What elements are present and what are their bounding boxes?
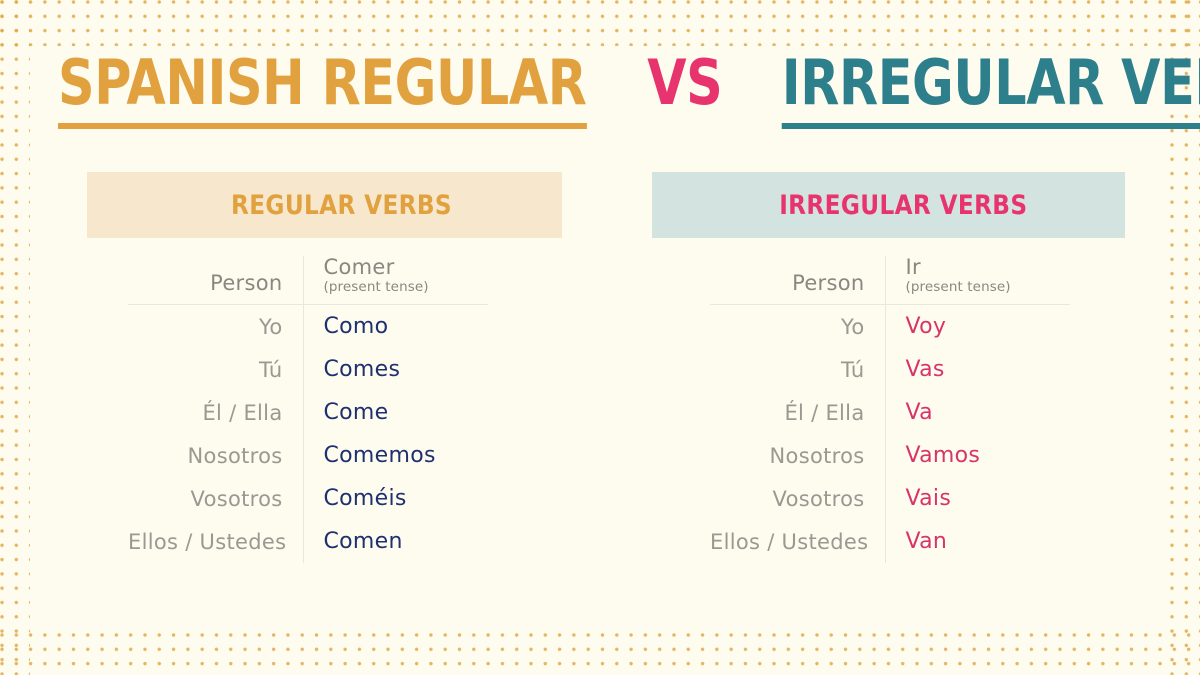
irregular-verbs-header-band: IRREGULAR VERBS <box>652 172 1125 238</box>
verb-cell: Van <box>884 520 1070 564</box>
person-cell: Tú <box>258 357 283 382</box>
verb-cell: Comes <box>302 348 488 392</box>
table-row: Nosotros Comemos <box>128 434 488 478</box>
regular-verbs-column: REGULAR VERBS Person Comer (present tens… <box>87 172 562 564</box>
table-row: Ellos / Ustedes Comen <box>128 520 488 564</box>
person-cell: Ellos / Ustedes <box>710 529 869 554</box>
verb-cell: Va <box>884 391 1070 435</box>
irregular-verbs-header-label: IRREGULAR VERBS <box>779 189 1028 221</box>
verb-cell: Como <box>302 304 488 349</box>
table-row: Él / Ella Come <box>128 391 488 435</box>
table-row: Tú Comes <box>128 348 488 392</box>
dotted-border-top-decoration <box>0 0 1200 46</box>
title-segment-vs: VS <box>646 46 723 119</box>
person-cell: Ellos / Ustedes <box>128 529 287 554</box>
table-row: Ellos / Ustedes Van <box>710 520 1070 564</box>
table-row: Vosotros Coméis <box>128 477 488 521</box>
person-cell: Vosotros <box>772 486 865 511</box>
verb-cell: Voy <box>884 304 1070 349</box>
table-row: Vosotros Vais <box>710 477 1070 521</box>
person-cell: Yo <box>259 314 283 339</box>
title-segment-irregular: IRREGULAR VERBS <box>781 52 1200 129</box>
verb-cell: Come <box>302 391 488 435</box>
table-header-row: Person Comer (present tense) <box>128 255 488 306</box>
table-row: Yo Como <box>128 304 488 349</box>
title-segment-regular: SPANISH REGULAR <box>58 52 587 129</box>
column-header-verb-tense: (present tense) <box>323 279 429 296</box>
person-cell: Tú <box>840 357 865 382</box>
column-header-verb-name: Comer <box>323 255 395 279</box>
verb-cell: Vamos <box>884 434 1070 478</box>
irregular-verbs-column: IRREGULAR VERBS Person Ir (present tense… <box>652 172 1125 564</box>
page-title: SPANISH REGULARVSIRREGULAR VERBS <box>0 52 1200 129</box>
regular-verbs-header-label: REGULAR VERBS <box>231 189 452 221</box>
person-cell: Nosotros <box>769 443 865 468</box>
table-header-row: Person Ir (present tense) <box>710 255 1070 306</box>
column-header-person: Person <box>128 256 303 306</box>
person-cell: Él / Ella <box>784 400 865 425</box>
irregular-verbs-table: Person Ir (present tense) Yo Voy Tú Vas <box>710 255 1070 564</box>
table-row: Nosotros Vamos <box>710 434 1070 478</box>
person-cell: Él / Ella <box>202 400 283 425</box>
column-header-verb-name: Ir <box>905 255 921 279</box>
column-header-verb: Ir (present tense) <box>884 255 1070 306</box>
dotted-border-bottom-decoration <box>0 633 1200 675</box>
verb-cell: Vas <box>884 348 1070 392</box>
column-header-person: Person <box>710 256 885 306</box>
regular-verbs-table: Person Comer (present tense) Yo Como Tú … <box>128 255 488 564</box>
verb-cell: Comemos <box>302 434 488 478</box>
table-row: Tú Vas <box>710 348 1070 392</box>
verb-cell: Comen <box>302 520 488 564</box>
table-row: Yo Voy <box>710 304 1070 349</box>
verb-cell: Vais <box>884 477 1070 521</box>
person-cell: Nosotros <box>187 443 283 468</box>
person-cell: Yo <box>841 314 865 339</box>
regular-verbs-header-band: REGULAR VERBS <box>87 172 562 238</box>
column-header-verb: Comer (present tense) <box>302 255 488 306</box>
table-row: Él / Ella Va <box>710 391 1070 435</box>
person-cell: Vosotros <box>190 486 283 511</box>
slide-canvas: SPANISH REGULARVSIRREGULAR VERBS REGULAR… <box>0 0 1200 675</box>
column-header-verb-tense: (present tense) <box>905 279 1011 296</box>
verb-cell: Coméis <box>302 477 488 521</box>
